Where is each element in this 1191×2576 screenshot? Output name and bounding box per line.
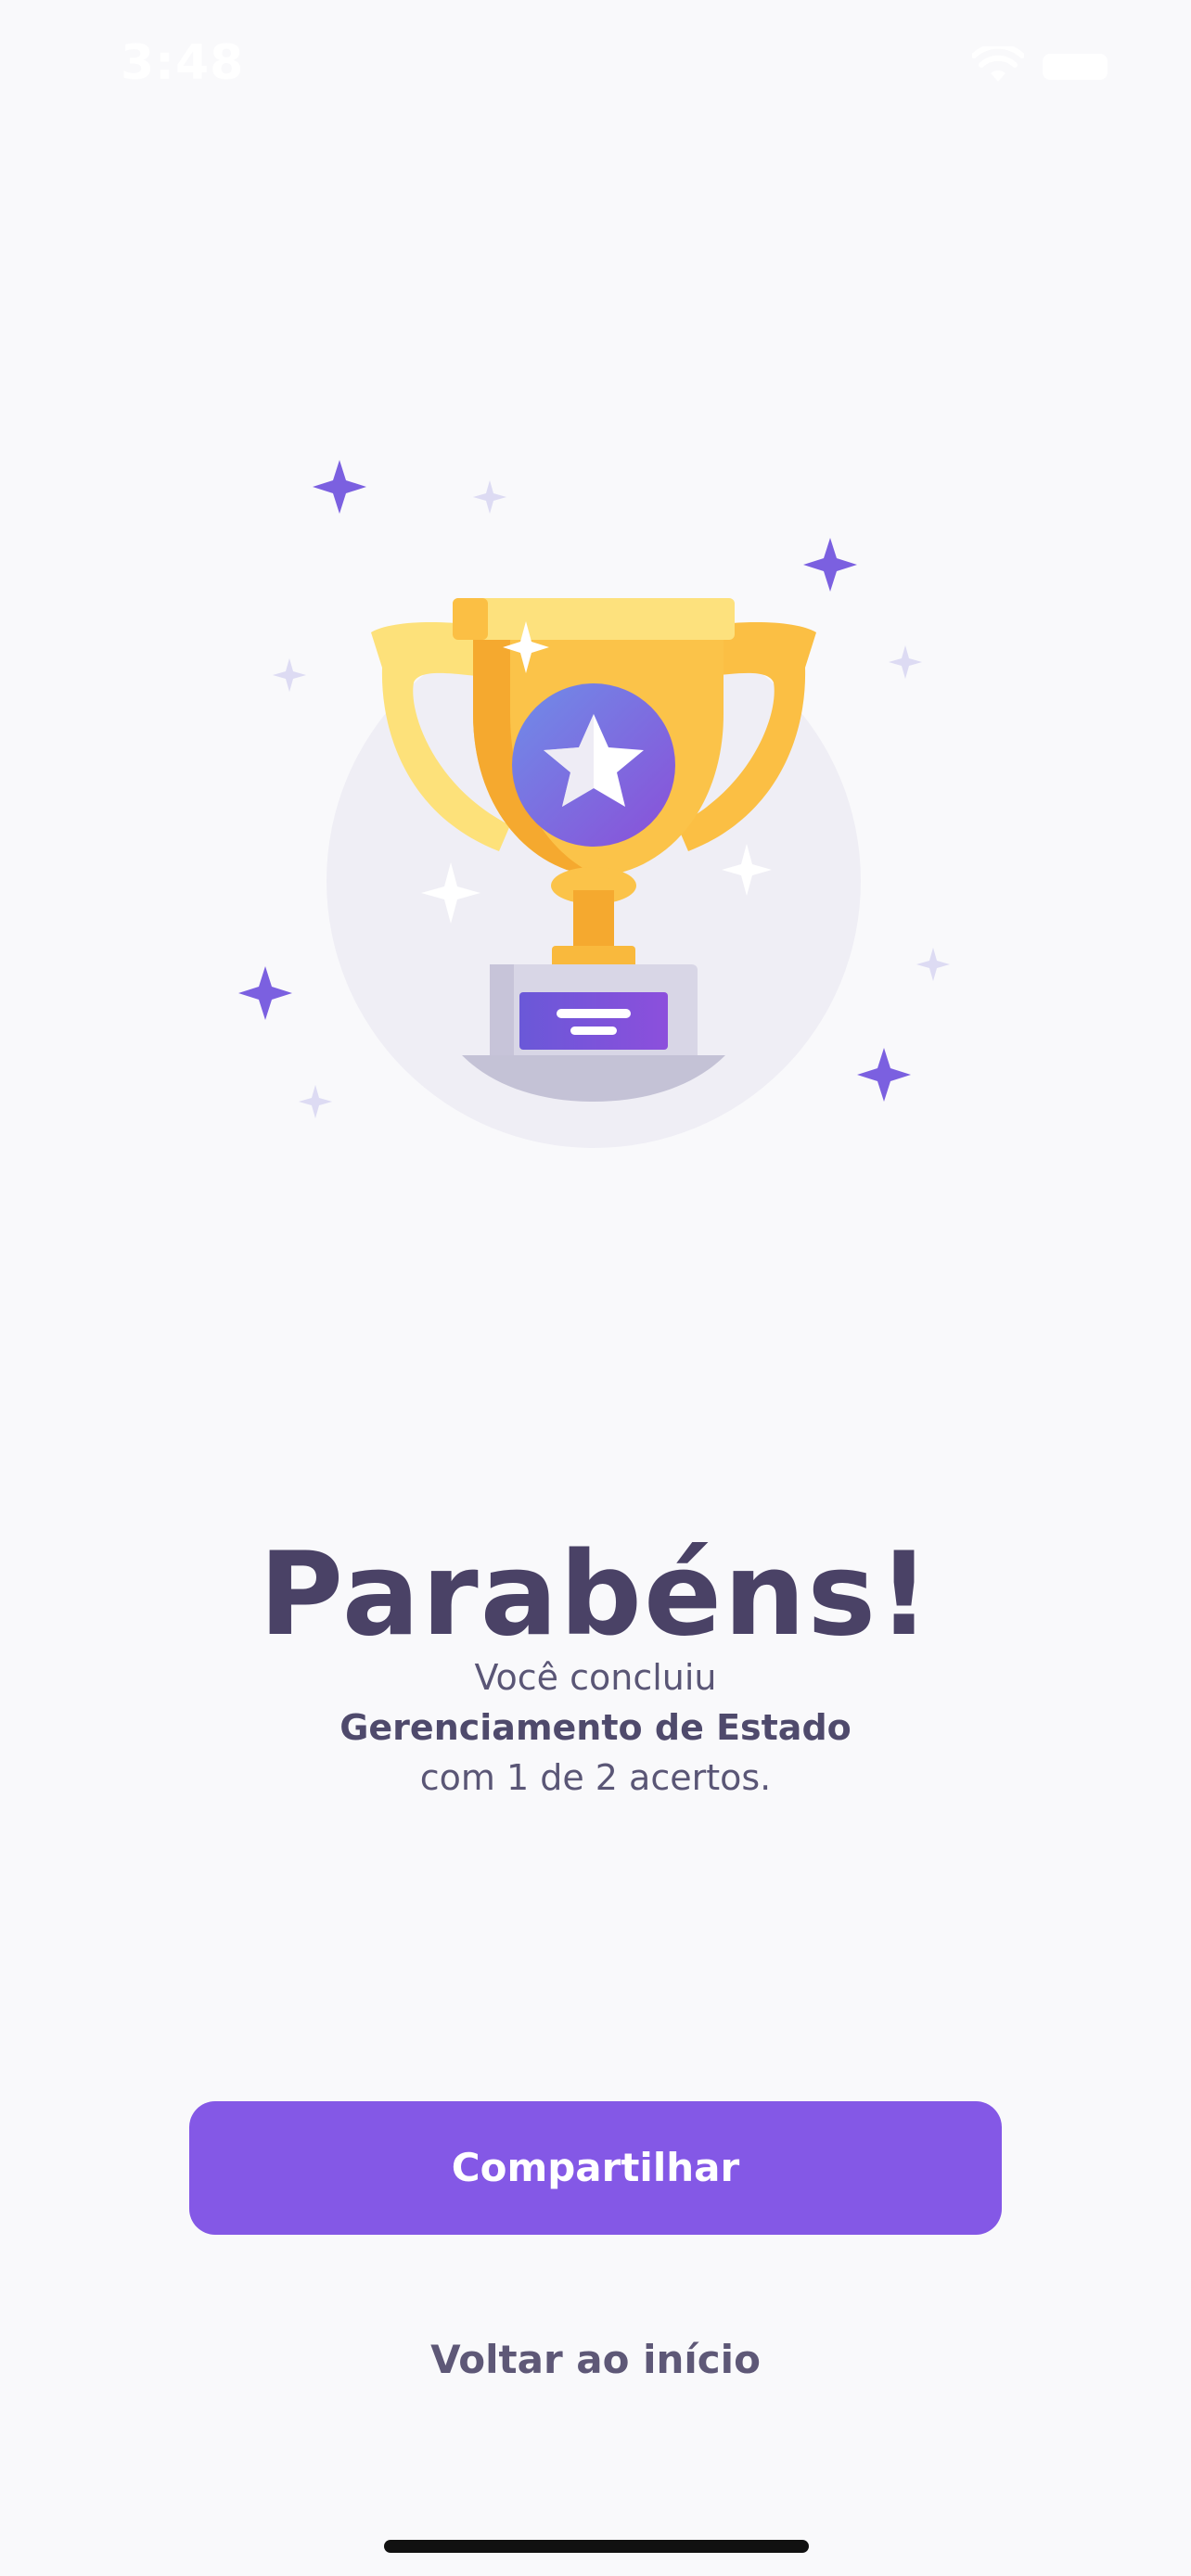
share-button[interactable]: Compartilhar (189, 2101, 1002, 2235)
home-indicator (384, 2540, 809, 2553)
back-to-home-button[interactable]: Voltar ao início (315, 2327, 876, 2392)
trophy-icon (238, 460, 950, 1148)
result-summary: Você concluiu Gerenciamento de Estado co… (0, 1652, 1191, 1803)
course-name: Gerenciamento de Estado (339, 1707, 852, 1748)
wifi-icon (972, 46, 1024, 82)
page-title: Parabéns! (259, 1528, 932, 1663)
battery-icon (1043, 54, 1108, 80)
score-text: com 1 de 2 acertos. (419, 1757, 772, 1798)
status-time: 3:48 (121, 35, 245, 91)
trophy-illustration (204, 436, 992, 1178)
sparkle-icon (313, 460, 366, 514)
result-intro: Você concluiu (474, 1657, 717, 1698)
status-bar: 3:48 (0, 0, 1191, 139)
